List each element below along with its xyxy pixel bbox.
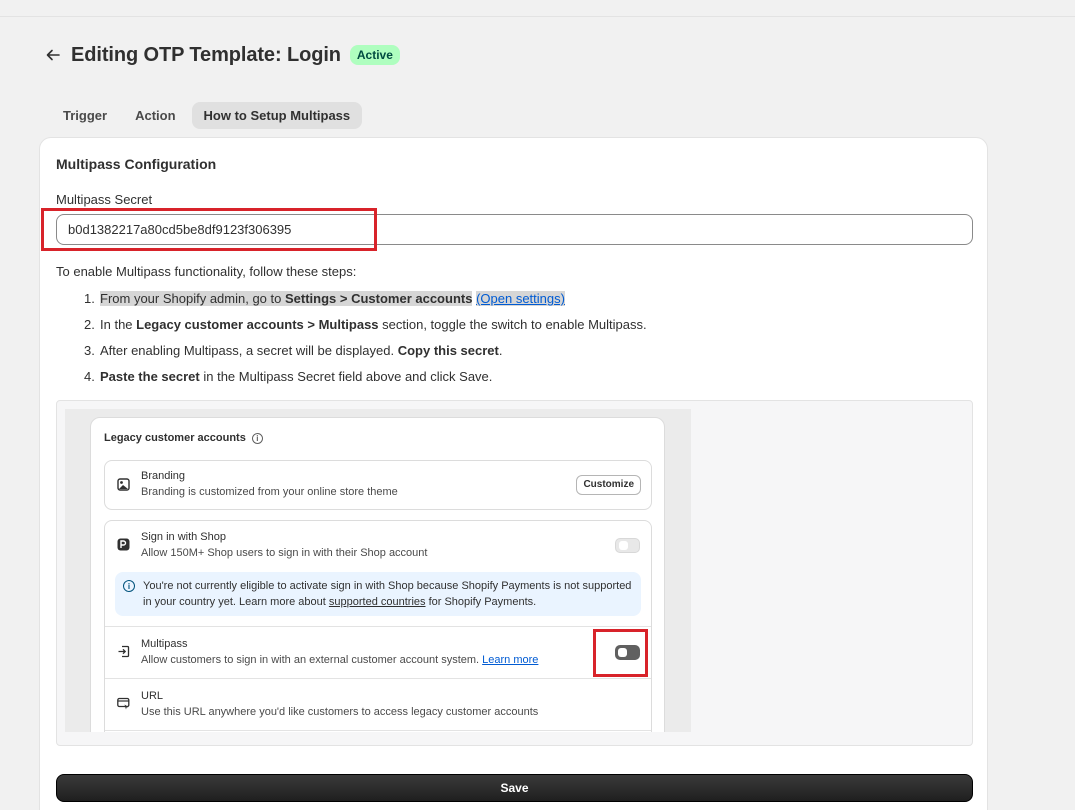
preview-background: Legacy customer accounts i Branding Bran… <box>65 409 691 732</box>
divider <box>105 730 651 731</box>
step-item: 3. After enabling Multipass, a secret wi… <box>84 343 503 358</box>
sign-in-arrow-icon <box>117 645 131 659</box>
sign-in-box: Sign in with Shop Allow 150M+ Shop users… <box>104 520 652 732</box>
branding-sub: Branding is customized from your online … <box>141 486 398 498</box>
eligibility-notice: i You're not currently eligible to activ… <box>115 572 641 616</box>
url-icon <box>117 697 131 711</box>
legacy-accounts-title: Legacy customer accounts i <box>104 432 263 444</box>
save-button[interactable]: Save <box>56 774 973 802</box>
steps-list: 1. From your Shopify admin, go to Settin… <box>84 290 647 394</box>
top-bar <box>0 0 1075 17</box>
learn-more-link[interactable]: Learn more <box>482 654 538 666</box>
instructions-intro: To enable Multipass functionality, follo… <box>56 264 357 279</box>
shop-toggle <box>615 538 640 553</box>
legacy-accounts-card: Legacy customer accounts i Branding Bran… <box>90 417 665 732</box>
url-title: URL <box>141 690 164 702</box>
customize-button[interactable]: Customize <box>576 475 641 495</box>
divider <box>105 678 651 679</box>
shop-icon <box>117 538 131 552</box>
arrow-left-icon[interactable] <box>44 46 62 64</box>
multipass-toggle[interactable] <box>615 645 640 660</box>
branding-icon <box>117 478 131 492</box>
tab-trigger[interactable]: Trigger <box>51 102 119 129</box>
branding-title: Branding <box>141 470 186 482</box>
screenshot-preview: Legacy customer accounts i Branding Bran… <box>56 400 973 746</box>
step-item: 4. Paste the secret in the Multipass Sec… <box>84 369 493 384</box>
tab-how-to-setup-multipass[interactable]: How to Setup Multipass <box>191 102 363 129</box>
card-title: Multipass Configuration <box>56 156 217 172</box>
divider <box>105 626 651 627</box>
info-icon: i <box>251 432 263 444</box>
url-sub: Use this URL anywhere you'd like custome… <box>141 706 539 718</box>
multipass-config-card: Multipass Configuration Multipass Secret… <box>39 137 988 810</box>
shop-title: Sign in with Shop <box>141 531 226 543</box>
page-title: Editing OTP Template: Login <box>71 43 341 66</box>
step-item: 1. From your Shopify admin, go to Settin… <box>84 291 565 306</box>
page-header: Editing OTP Template: Login Active <box>44 41 400 69</box>
tab-action[interactable]: Action <box>123 102 187 129</box>
secret-label: Multipass Secret <box>56 192 153 207</box>
multipass-title: Multipass <box>141 638 188 650</box>
tab-bar: Trigger Action How to Setup Multipass <box>51 102 363 129</box>
branding-row: Branding Branding is customized from you… <box>104 460 652 510</box>
multipass-secret-input[interactable] <box>56 214 973 245</box>
status-badge: Active <box>349 45 400 65</box>
multipass-sub: Allow customers to sign in with an exter… <box>141 654 539 666</box>
shop-sub: Allow 150M+ Shop users to sign in with t… <box>141 547 428 559</box>
step-item: 2. In the Legacy customer accounts > Mul… <box>84 317 647 332</box>
info-icon: i <box>123 580 135 592</box>
supported-countries-link[interactable]: supported countries <box>329 596 426 608</box>
open-settings-link[interactable]: (Open settings) <box>476 291 565 306</box>
